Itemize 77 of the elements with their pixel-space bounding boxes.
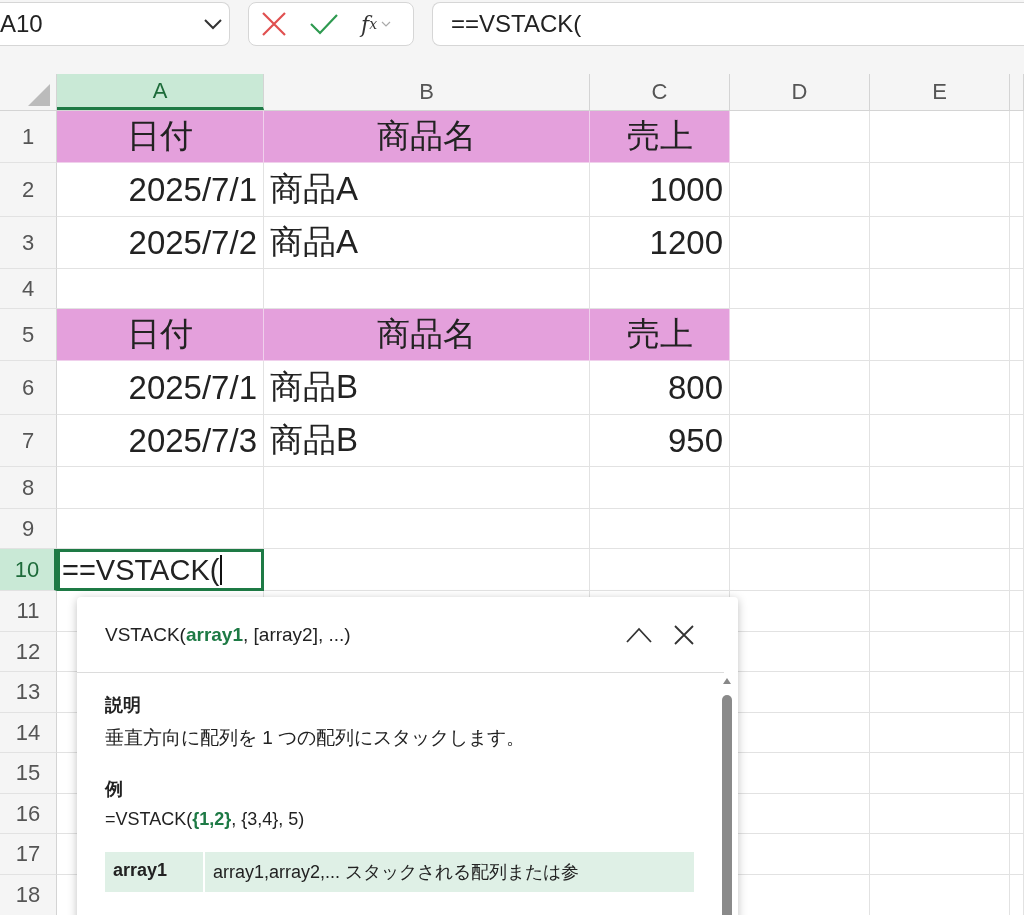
table-cell: 商品A xyxy=(264,217,590,269)
close-button[interactable] xyxy=(674,624,694,645)
row-header[interactable]: 13 xyxy=(0,672,57,713)
row-header[interactable]: 10 xyxy=(0,549,57,591)
row-header[interactable]: 4 xyxy=(0,269,57,309)
row-header[interactable]: 16 xyxy=(0,794,57,834)
column-header[interactable]: E xyxy=(870,74,1010,110)
empty-cell xyxy=(1010,794,1024,834)
header-cell: 日付 xyxy=(57,309,264,361)
empty-cell xyxy=(1010,591,1024,632)
row-header[interactable]: 2 xyxy=(0,163,57,217)
row-header[interactable]: 12 xyxy=(0,632,57,672)
column-header[interactable]: B xyxy=(264,74,590,110)
chevron-down-icon[interactable] xyxy=(203,18,223,30)
empty-cell xyxy=(1010,467,1024,509)
table-cell: 2025/7/3 xyxy=(57,415,264,467)
row-header[interactable]: 18 xyxy=(0,875,57,915)
column-header[interactable]: D xyxy=(730,74,870,110)
row-header[interactable]: 1 xyxy=(0,111,57,163)
row-header[interactable]: 3 xyxy=(0,217,57,269)
table-cell: 商品B xyxy=(264,361,590,415)
header-cell: 商品名 xyxy=(264,309,590,361)
cancel-button[interactable] xyxy=(261,11,287,37)
table-cell: 800 xyxy=(590,361,730,415)
empty-cell xyxy=(1010,834,1024,875)
formula-field[interactable]: ==VSTACK( xyxy=(432,2,1024,46)
table-cell: 2025/7/2 xyxy=(57,217,264,269)
table-cell: 1000 xyxy=(590,163,730,217)
empty-cell xyxy=(1010,217,1024,269)
section-heading: 説明 xyxy=(105,694,142,717)
caret-icon[interactable] xyxy=(381,20,392,28)
empty-cell xyxy=(1010,163,1024,217)
row-header[interactable]: 8 xyxy=(0,467,57,509)
table-cell: 950 xyxy=(590,415,730,467)
empty-cell xyxy=(1010,713,1024,753)
row-header[interactable]: 5 xyxy=(0,309,57,361)
parameter-description: array1,array2,... スタックされる配列または参 xyxy=(212,861,580,884)
text-cursor xyxy=(220,555,223,585)
header-cell: 売上 xyxy=(590,111,730,163)
empty-cell xyxy=(1010,309,1024,361)
header-cell: 商品名 xyxy=(264,111,590,163)
table-cell: 商品B xyxy=(264,415,590,467)
row-header[interactable]: 15 xyxy=(0,753,57,794)
function-signature: VSTACK(array1, [array2], ...) xyxy=(105,623,351,646)
table-cell: 2025/7/1 xyxy=(57,361,264,415)
name-box[interactable]: A10 xyxy=(0,2,230,46)
cell-reference: A10 xyxy=(0,10,43,38)
empty-cell xyxy=(1010,509,1024,549)
empty-cell xyxy=(1010,111,1024,163)
header-cell: 日付 xyxy=(57,111,264,163)
row-header[interactable]: 11 xyxy=(0,591,57,632)
example-formula: =VSTACK({1,2}, {3,4}, 5) xyxy=(105,809,306,830)
table-cell: 1200 xyxy=(590,217,730,269)
enter-button[interactable] xyxy=(309,13,339,35)
header-cell: 売上 xyxy=(590,309,730,361)
row-header[interactable]: 7 xyxy=(0,415,57,467)
column-header[interactable]: C xyxy=(590,74,730,110)
row-header[interactable]: 14 xyxy=(0,713,57,753)
row-header[interactable]: 17 xyxy=(0,834,57,875)
row-header[interactable]: 9 xyxy=(0,509,57,549)
column-header[interactable]: A xyxy=(57,74,264,110)
empty-cell xyxy=(1010,361,1024,415)
empty-cell xyxy=(1010,415,1024,467)
row-header[interactable]: 6 xyxy=(0,361,57,415)
empty-cell xyxy=(1010,672,1024,713)
table-cell: 商品A xyxy=(264,163,590,217)
empty-cell xyxy=(1010,269,1024,309)
empty-cell xyxy=(1010,632,1024,672)
scrollbar[interactable] xyxy=(720,677,734,915)
table-cell: 2025/7/1 xyxy=(57,163,264,217)
empty-cell xyxy=(1010,549,1024,591)
empty-cell xyxy=(1010,753,1024,794)
description-text: 垂直方向に配列を 1 つの配列にスタックします。 xyxy=(105,726,527,750)
section-heading: 例 xyxy=(105,778,124,801)
parameter-name: array1 xyxy=(105,852,205,892)
cell-text: ==VSTACK( xyxy=(62,553,220,587)
active-cell[interactable]: ==VSTACK( xyxy=(57,549,264,591)
